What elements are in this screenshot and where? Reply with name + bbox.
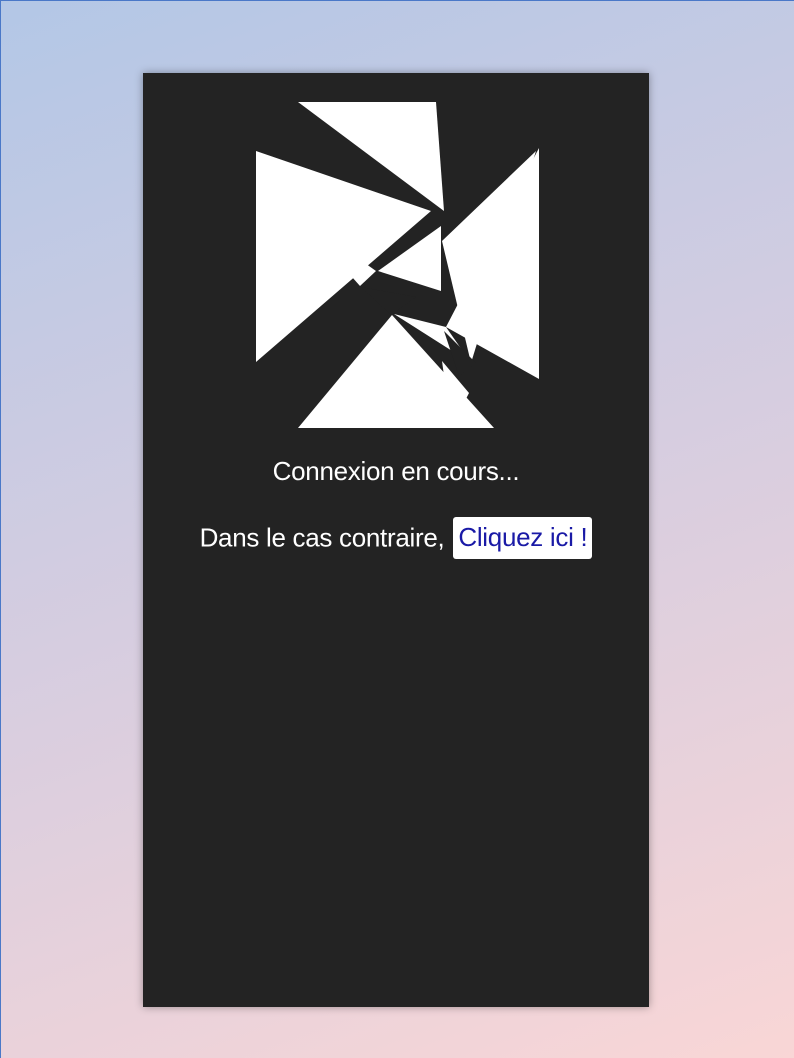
fallback-prefix: Dans le cas contraire, — [199, 522, 445, 553]
connection-status-text: Connexion en cours... — [272, 456, 520, 486]
abstract-geometric-logo-icon — [256, 102, 539, 428]
click-here-link[interactable]: Cliquez ici ! — [453, 517, 593, 559]
fallback-message: Dans le cas contraire, Cliquez ici ! — [143, 517, 649, 559]
login-panel: Connexion en cours... Dans le cas contra… — [143, 73, 649, 1007]
